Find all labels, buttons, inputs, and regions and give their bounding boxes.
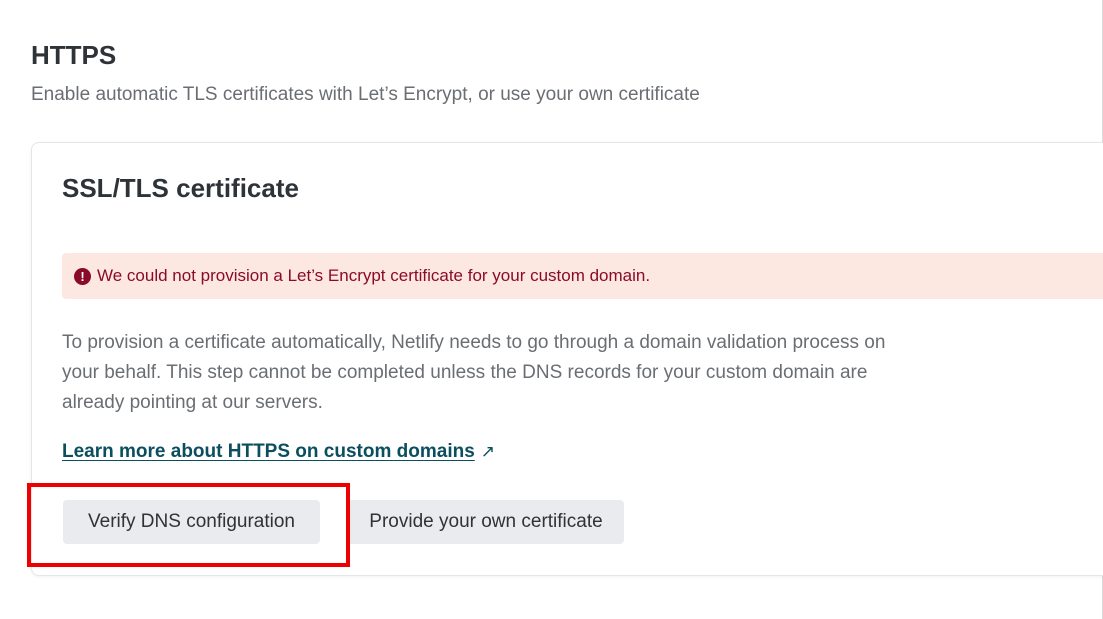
- alert-text: We could not provision a Let’s Encrypt c…: [97, 266, 651, 285]
- https-settings-page: HTTPS Enable automatic TLS certificates …: [0, 0, 1103, 619]
- error-alert: ! We could not provision a Let’s Encrypt…: [62, 253, 1103, 299]
- verify-dns-button[interactable]: Verify DNS configuration: [63, 500, 320, 544]
- ssl-certificate-card: SSL/TLS certificate ! We could not provi…: [31, 142, 1103, 576]
- exclamation-circle-icon: !: [74, 267, 91, 285]
- provide-certificate-button[interactable]: Provide your own certificate: [348, 500, 624, 544]
- card-title: SSL/TLS certificate: [62, 173, 299, 203]
- section-title: HTTPS: [31, 40, 117, 70]
- learn-more-link[interactable]: Learn more about HTTPS on custom domains…: [62, 439, 495, 465]
- learn-more-link-label: Learn more about HTTPS on custom domains: [62, 441, 475, 462]
- external-link-icon: ↗: [480, 442, 496, 461]
- provisioning-explanation: To provision a certificate automatically…: [62, 332, 886, 413]
- section-description: Enable automatic TLS certificates with L…: [31, 84, 700, 105]
